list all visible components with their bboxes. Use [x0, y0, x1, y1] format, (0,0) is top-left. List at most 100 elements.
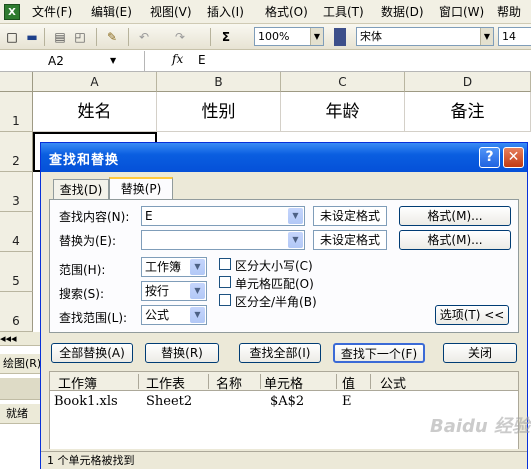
cell-a1[interactable]: 姓名	[33, 92, 157, 132]
column-header-b[interactable]: B	[157, 72, 281, 92]
chevron-down-icon[interactable]: ▼	[288, 208, 303, 224]
chevron-down-icon[interactable]: ▼	[190, 283, 205, 299]
cell-b1[interactable]: 性别	[157, 92, 281, 132]
print-preview-icon[interactable]: ◰	[72, 29, 88, 45]
menu-edit[interactable]: 编辑(E)	[91, 3, 132, 21]
find-all-button[interactable]: 查找全部(I)	[239, 343, 321, 363]
menu-file[interactable]: 文件(F)	[32, 3, 72, 21]
standard-toolbar: □ ▬ ▤ ◰ ✎ ↶ ↷ Σ 100% ▼ 宋体 ▼ 14	[0, 24, 531, 50]
tab-nav-arrows-icon[interactable]: ◂◂◂	[0, 332, 17, 345]
row-header-1[interactable]: 1	[0, 92, 33, 132]
dialog-title: 查找和替换	[49, 153, 120, 168]
find-what-value: E	[145, 209, 153, 223]
chevron-down-icon[interactable]: ▼	[310, 28, 323, 45]
autosum-icon[interactable]: Σ	[218, 29, 234, 45]
results-col-formula[interactable]: 公式	[380, 373, 406, 392]
dialog-titlebar[interactable]: 查找和替换 ? ✕	[41, 143, 527, 172]
chevron-down-icon[interactable]: ▼	[480, 28, 493, 45]
cell-c1[interactable]: 年龄	[281, 92, 405, 132]
find-format-button[interactable]: 格式(M)...	[399, 206, 511, 226]
find-what-input[interactable]: E ▼	[141, 206, 305, 226]
new-file-icon[interactable]: □	[4, 29, 20, 45]
font-name-value: 宋体	[360, 30, 382, 43]
row-header-4[interactable]: 4	[0, 212, 33, 252]
close-icon[interactable]: ✕	[503, 147, 524, 168]
print-icon[interactable]: ▤	[52, 29, 68, 45]
row-header-5[interactable]: 5	[0, 252, 33, 292]
menu-data[interactable]: 数据(D)	[381, 3, 424, 21]
tab-replace[interactable]: 替换(P)	[109, 177, 173, 200]
results-status: 1 个单元格被找到	[41, 451, 527, 469]
row-header-2[interactable]: 2	[0, 132, 33, 172]
menu-format[interactable]: 格式(O)	[265, 3, 308, 21]
font-size-select[interactable]: 14	[498, 27, 531, 46]
row-header-6[interactable]: 6	[0, 292, 33, 332]
results-col-name[interactable]: 名称	[216, 373, 242, 392]
within-label: 范围(H):	[59, 263, 106, 277]
within-value: 工作簿	[145, 260, 182, 274]
zoom-select[interactable]: 100% ▼	[254, 27, 324, 46]
menu-help[interactable]: 帮助	[497, 3, 521, 21]
results-header: 工作簿 工作表 名称 单元格 值 公式	[49, 371, 519, 392]
replace-button[interactable]: 替换(R)	[145, 343, 219, 363]
find-next-button[interactable]: 查找下一个(F)	[333, 343, 425, 363]
match-case-label[interactable]: 区分大小写(C)	[235, 257, 313, 274]
menu-insert[interactable]: 插入(I)	[207, 3, 244, 21]
menu-tools[interactable]: 工具(T)	[323, 3, 364, 21]
tab-find[interactable]: 查找(D)	[53, 179, 109, 199]
chevron-down-icon[interactable]: ▼	[190, 307, 205, 323]
search-select[interactable]: 按行 ▼	[141, 281, 207, 301]
menu-view[interactable]: 视图(V)	[150, 3, 192, 21]
sheet-tab-nav[interactable]: ◂◂◂	[0, 332, 40, 346]
select-all-corner[interactable]	[0, 72, 33, 92]
find-what-label: 查找内容(N):	[59, 210, 130, 224]
replace-all-button[interactable]: 全部替换(A)	[51, 343, 133, 363]
column-divider[interactable]	[138, 374, 139, 389]
results-col-workbook[interactable]: 工作簿	[58, 373, 97, 392]
table-row[interactable]: Book1.xls Sheet2 $A$2 E	[50, 391, 518, 413]
within-select[interactable]: 工作簿 ▼	[141, 257, 207, 277]
match-cell-label[interactable]: 单元格匹配(O)	[235, 275, 314, 292]
toolbar-grip[interactable]	[334, 28, 346, 46]
font-name-select[interactable]: 宋体 ▼	[356, 27, 494, 46]
name-box[interactable]: A2 ▼	[0, 51, 145, 71]
chevron-down-icon[interactable]: ▼	[288, 232, 303, 248]
replace-format-button[interactable]: 格式(M)...	[399, 230, 511, 250]
replace-with-label: 替换为(E):	[59, 234, 116, 248]
column-header-c[interactable]: C	[281, 72, 405, 92]
search-label: 搜索(S):	[59, 287, 105, 301]
match-byte-checkbox[interactable]	[219, 294, 231, 306]
cell-d1[interactable]: 备注	[405, 92, 531, 132]
format-painter-icon[interactable]: ✎	[104, 29, 120, 45]
column-divider[interactable]	[370, 374, 371, 389]
formula-content[interactable]: E	[198, 53, 206, 67]
match-case-checkbox[interactable]	[219, 258, 231, 270]
help-button[interactable]: ?	[479, 147, 500, 168]
formula-bar: A2 ▼ fx E	[0, 50, 531, 72]
replace-with-input[interactable]: ▼	[141, 230, 305, 250]
redo-icon[interactable]: ↷	[172, 29, 188, 45]
undo-icon[interactable]: ↶	[136, 29, 152, 45]
drawing-toolbar[interactable]: 绘图(R)	[0, 354, 41, 374]
column-header-d[interactable]: D	[405, 72, 531, 92]
fx-icon[interactable]: fx	[172, 52, 183, 66]
open-folder-icon[interactable]: ▬	[24, 29, 40, 45]
column-divider[interactable]	[336, 374, 337, 389]
results-col-sheet[interactable]: 工作表	[146, 373, 185, 392]
column-divider[interactable]	[260, 374, 261, 389]
column-header-a[interactable]: A	[33, 72, 157, 92]
results-col-cell[interactable]: 单元格	[264, 373, 303, 392]
close-button[interactable]: 关闭	[443, 343, 517, 363]
options-button[interactable]: 选项(T) <<	[435, 305, 509, 325]
menu-window[interactable]: 窗口(W)	[439, 3, 484, 21]
chevron-down-icon[interactable]: ▼	[190, 259, 205, 275]
match-byte-label[interactable]: 区分全/半角(B)	[235, 293, 317, 310]
excel-app-icon[interactable]: X	[4, 4, 20, 20]
look-in-select[interactable]: 公式 ▼	[141, 305, 207, 325]
row-header-3[interactable]: 3	[0, 172, 33, 212]
match-cell-checkbox[interactable]	[219, 276, 231, 288]
chevron-down-icon[interactable]: ▼	[110, 51, 116, 71]
drawing-menu[interactable]: 绘图(R)	[3, 357, 41, 370]
results-col-value[interactable]: 值	[342, 373, 355, 392]
column-divider[interactable]	[208, 374, 209, 389]
